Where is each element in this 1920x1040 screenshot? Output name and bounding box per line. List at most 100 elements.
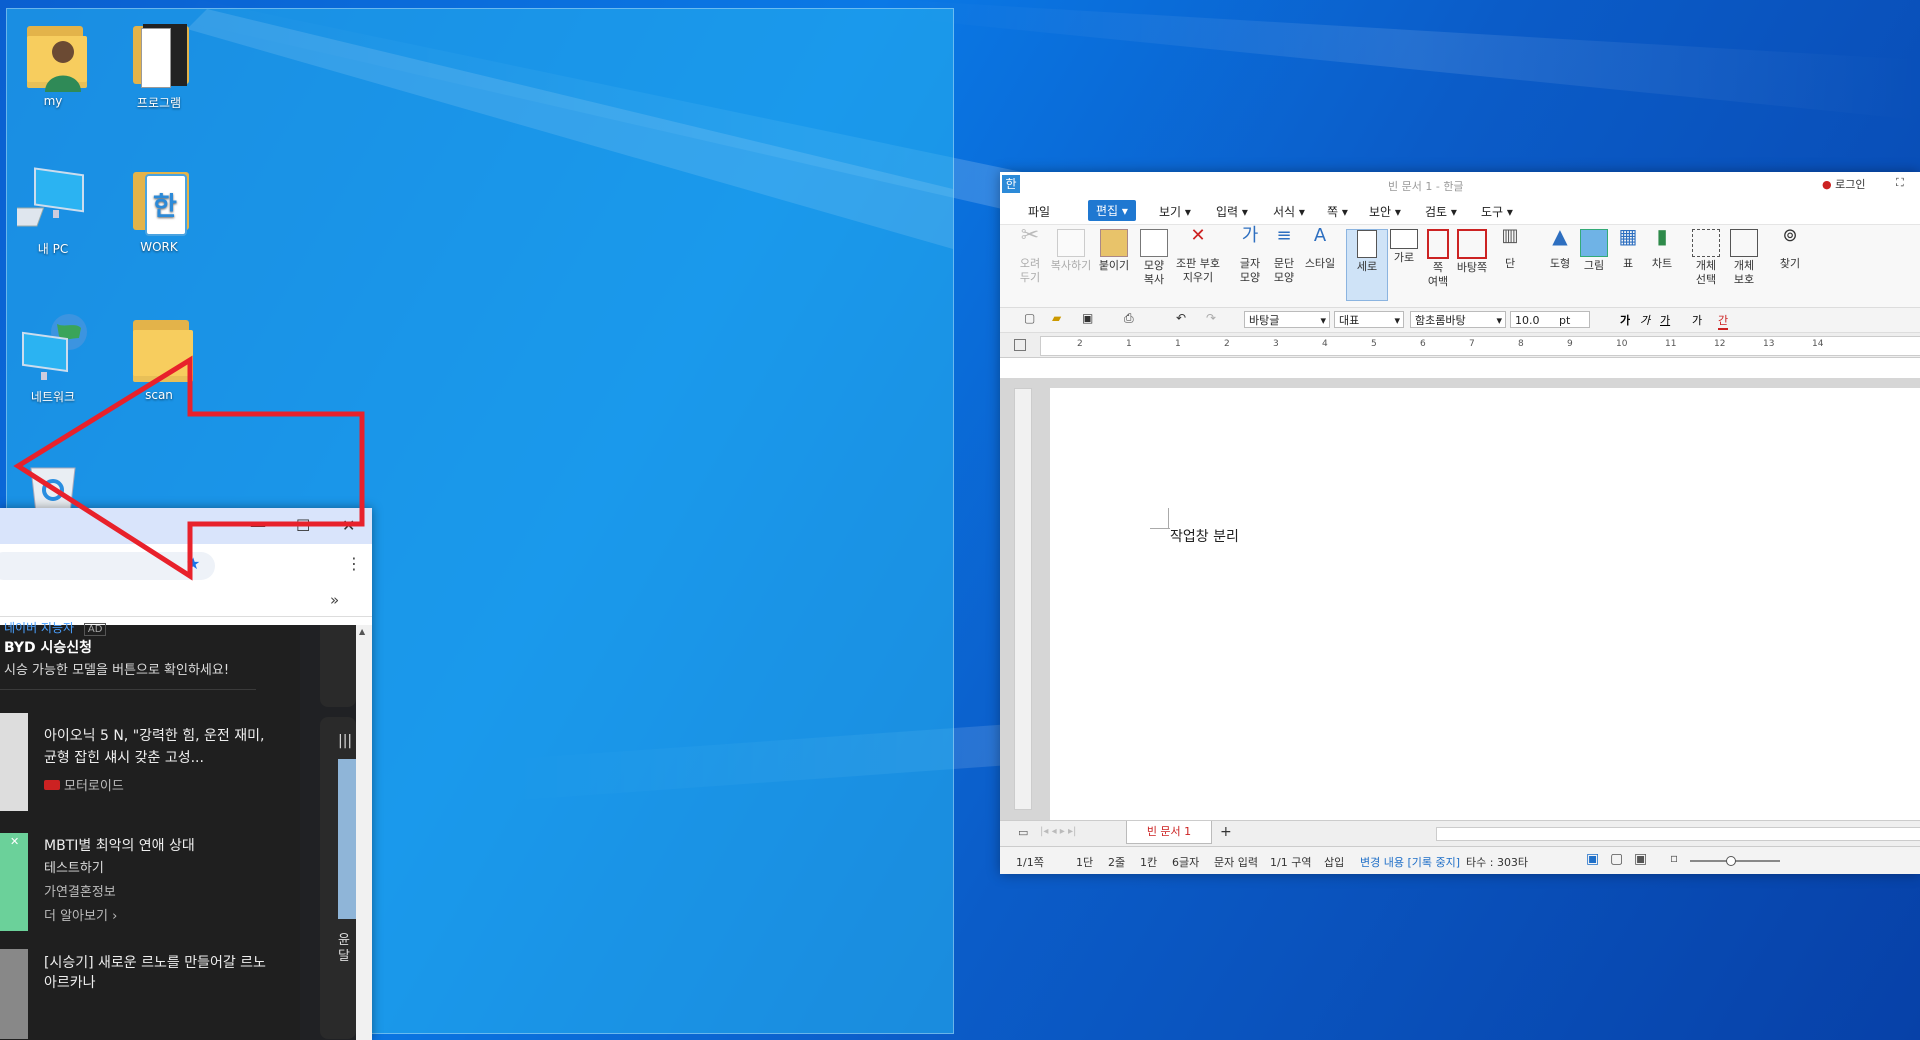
feed-item-title[interactable]: 아이오닉 5 N, "강력한 힘, 운전 재미, 균형 잡힌 섀시 갖춘 고성.… (44, 725, 274, 769)
login-button[interactable]: ● 로그인 (1822, 176, 1865, 192)
ad-source[interactable]: 네이버 지능자 (4, 621, 74, 635)
menu-file[interactable]: 파일 (1028, 203, 1050, 220)
ruler-tick-label: 6 (1420, 339, 1426, 349)
red-arrow-annotation (13, 355, 365, 581)
menu-edit[interactable]: 편집 ▾ (1088, 200, 1136, 221)
status-column: 1단 (1076, 856, 1094, 869)
new-doc-icon[interactable]: ▢ (1024, 311, 1035, 325)
add-tab-icon[interactable]: + (1220, 824, 1232, 840)
undo-icon[interactable]: ↶ (1176, 311, 1186, 325)
font-size-input[interactable]: 10.0 pt (1510, 311, 1590, 328)
ruler-tick-label: 10 (1616, 339, 1628, 349)
status-input-mode: 문자 입력 (1214, 856, 1258, 869)
menu-security[interactable]: 보안 ▾ (1369, 203, 1401, 220)
ruler-tick-label: 1 (1175, 339, 1181, 349)
horizontal-ruler[interactable]: 2 1 1 2 3 4 5 6 7 8 9 10 11 12 13 14 (1000, 333, 1920, 358)
ruler-corner-icon[interactable] (1014, 339, 1026, 351)
widget-image (338, 759, 356, 919)
hwp-titlebar[interactable]: 한 빈 문서 1 - 한글 ● 로그인 ⛶ (1000, 172, 1920, 198)
master-page-icon (1457, 229, 1487, 259)
columns-button[interactable]: ▥ 단 (1490, 227, 1530, 271)
hangul-app-icon[interactable]: 한 (1002, 175, 1020, 193)
status-chars: 6글자 (1172, 856, 1200, 869)
copy-button[interactable]: 복사하기 (1048, 229, 1094, 273)
menu-insert[interactable]: 입력 ▾ (1216, 203, 1248, 220)
char-shape-icon: 가 (1241, 225, 1259, 246)
scrollbar[interactable]: ▲ (356, 625, 372, 1040)
user-icon: ● (1822, 178, 1832, 191)
format-painter-button[interactable]: 모양 복사 (1134, 229, 1174, 287)
find-button[interactable]: ⊚ 찾기 (1770, 227, 1810, 271)
document-page[interactable]: 작업창 분리 (1050, 388, 1920, 820)
tab-nav-icon[interactable]: |◂ ◂ ▸ ▸| (1040, 826, 1076, 837)
web-view-icon[interactable]: ▢ (1610, 851, 1623, 867)
menu-page[interactable]: 쪽 ▾ (1327, 203, 1348, 220)
font-select[interactable]: 함초롬바탕 ▾ (1410, 311, 1506, 328)
vertical-ruler[interactable] (1014, 388, 1032, 810)
zoom-fit-icon[interactable]: ▫ (1670, 851, 1678, 865)
table-icon: ▦ (1618, 224, 1638, 248)
strike-button[interactable]: 가 (1692, 312, 1702, 328)
zoom-slider-handle[interactable] (1726, 856, 1736, 866)
ruler-tick-label: 5 (1371, 339, 1377, 349)
cut-button[interactable]: ✂ 오려 두기 (1010, 225, 1050, 285)
document-workspace[interactable]: 작업창 분리 (1000, 378, 1920, 820)
menu-review[interactable]: 검토 ▾ (1425, 203, 1457, 220)
source-logo-icon (44, 780, 60, 790)
horizontal-scrollbar[interactable] (1436, 827, 1920, 841)
expand-icon[interactable]: ⛶ (1896, 176, 1904, 190)
select-object-button[interactable]: 개체 선택 (1686, 229, 1726, 287)
browser-content: 네이버 지능자 AD BYD 시승신청 시승 가능한 모델을 버튼으로 확인하세… (0, 621, 372, 1040)
format-painter-icon (1140, 229, 1168, 257)
chart-button[interactable]: ▮ 차트 (1642, 226, 1682, 271)
page-view-icon[interactable]: ▣ (1586, 851, 1599, 867)
picture-icon (1580, 229, 1608, 257)
learn-more-link[interactable]: 더 알아보기 › (44, 905, 117, 924)
sheet-icon[interactable]: ▭ (1018, 826, 1028, 839)
save-icon[interactable]: ▣ (1082, 311, 1093, 325)
para-shape-icon: ≡ (1276, 225, 1292, 246)
protect-object-button[interactable]: 개체 보호 (1724, 229, 1764, 287)
thumbnail-image (0, 949, 28, 1039)
para-shape-button[interactable]: ≡ 문단 모양 (1264, 225, 1304, 285)
hangul-window[interactable]: 한 빈 문서 1 - 한글 ● 로그인 ⛶ 파일 편집 ▾ 보기 ▾ 입력 ▾ … (1000, 172, 1920, 874)
landscape-icon (1390, 229, 1418, 249)
feed-item-title[interactable]: MBTI별 최악의 연애 상대 (44, 835, 195, 855)
audio-icon[interactable]: ||| (338, 733, 352, 749)
protect-object-icon (1730, 229, 1758, 257)
tab-document[interactable]: 빈 문서 1 (1126, 821, 1212, 844)
portrait-button[interactable]: 세로 (1346, 229, 1388, 301)
feed-item-title[interactable]: [시승기] 새로운 르노를 만들어갈 르노 아르카나 (44, 953, 274, 993)
scroll-up-icon[interactable]: ▲ (359, 627, 365, 636)
master-page-button[interactable]: 바탕쪽 (1452, 229, 1492, 275)
close-icon[interactable]: ✕ (10, 835, 19, 848)
clear-codes-button[interactable]: ✕ 조판 부호 지우기 (1172, 227, 1224, 285)
news-feed: 네이버 지능자 AD BYD 시승신청 시승 가능한 모델을 버튼으로 확인하세… (0, 621, 300, 1040)
font-color-button[interactable]: 간 (1718, 312, 1729, 330)
full-view-icon[interactable]: ▣ (1634, 851, 1647, 867)
ad-title[interactable]: BYD 시승신청 (4, 637, 92, 657)
menu-format[interactable]: 서식 ▾ (1273, 203, 1305, 220)
ruler-tick-label: 13 (1763, 339, 1775, 349)
status-track-changes[interactable]: 변경 내용 [기록 중지] (1360, 854, 1460, 870)
ruler-tick-label: 9 (1567, 339, 1573, 349)
menu-view[interactable]: 보기 ▾ (1159, 203, 1191, 220)
bold-button[interactable]: 가 (1620, 312, 1630, 328)
hwp-menubar: 파일 편집 ▾ 보기 ▾ 입력 ▾ 서식 ▾ 쪽 ▾ 보안 ▾ 검토 ▾ 도구 … (1000, 198, 1920, 225)
menu-tools[interactable]: 도구 ▾ (1481, 203, 1513, 220)
document-text[interactable]: 작업창 분리 (1170, 526, 1239, 546)
paste-button[interactable]: 붙이기 (1094, 229, 1134, 273)
italic-button[interactable]: 가 (1640, 312, 1650, 328)
paste-icon (1100, 229, 1128, 257)
open-folder-icon[interactable]: ▰ (1052, 311, 1061, 325)
hwp-format-bar: ▢ ▰ ▣ ⎙ ↶ ↷ 바탕글 ▾ 대표 ▾ 함초롬바탕 ▾ 10.0 pt 가 가 가… (1000, 308, 1920, 333)
style-select[interactable]: 바탕글 ▾ (1244, 311, 1330, 328)
status-insert[interactable]: 삽입 (1324, 854, 1344, 870)
underline-button[interactable]: 가 (1660, 312, 1670, 328)
redo-icon[interactable]: ↷ (1206, 311, 1216, 325)
style-button[interactable]: A 스타일 (1300, 227, 1340, 271)
language-select[interactable]: 대표 ▾ (1334, 311, 1404, 328)
ad-badge: AD (83, 623, 107, 636)
print-icon[interactable]: ⎙ (1124, 311, 1134, 326)
ad-description: 시승 가능한 모델을 버튼으로 확인하세요! (4, 663, 230, 678)
